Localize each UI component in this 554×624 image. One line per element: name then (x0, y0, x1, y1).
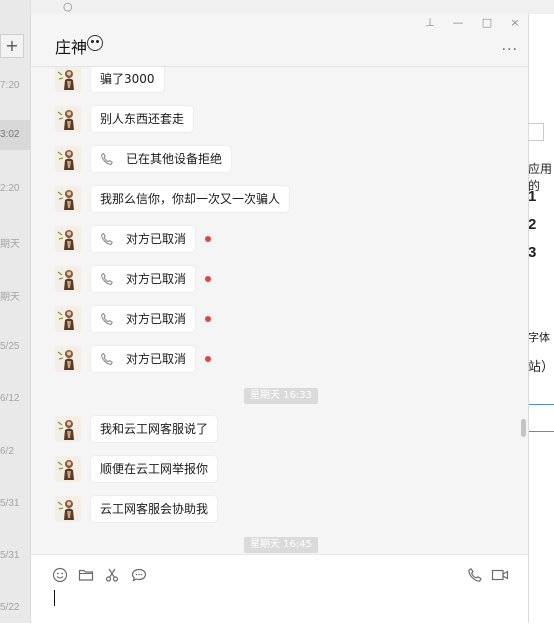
contact-avatar[interactable] (55, 346, 81, 372)
more-options-button[interactable]: ··· (502, 42, 518, 58)
message-bubble[interactable]: 别人东西还套走 (91, 106, 194, 132)
phone-icon (101, 272, 113, 285)
message-text: 对方已取消 (126, 312, 187, 326)
message-bubble[interactable]: 顺便在云工网举报你 (91, 456, 218, 482)
message-bubble[interactable]: 我那么信你，你却一次又一次骗人 (91, 186, 290, 212)
background-list-time[interactable]: 5/22 (0, 602, 30, 613)
background-list-time[interactable]: 5/31 (0, 498, 30, 509)
video-call-icon[interactable] (491, 567, 509, 583)
background-list-time[interactable]: 3:02 (0, 120, 30, 150)
contact-avatar[interactable] (55, 106, 81, 132)
phone-call-icon[interactable] (467, 567, 483, 583)
scissors-icon[interactable] (104, 567, 120, 583)
message-bubble[interactable]: 云工网客服会协助我 (91, 496, 218, 522)
background-list-time[interactable]: 2:20 (0, 183, 30, 194)
background-document: 应用的 1 2 3 字体 站） (526, 14, 554, 623)
close-icon[interactable]: × (508, 16, 522, 29)
background-search-icon: ○ (63, 0, 73, 13)
chat-title: 庄神 (55, 38, 88, 57)
message-text: 对方已取消 (126, 352, 187, 366)
message-bubble[interactable]: 对方已取消 (91, 346, 196, 372)
message-input-area[interactable] (31, 554, 528, 624)
background-divider (528, 431, 554, 432)
background-list-time[interactable]: 5/31 (0, 550, 30, 561)
phone-icon (101, 232, 113, 245)
background-number-3: 3 (528, 244, 537, 261)
contact-avatar[interactable] (55, 226, 81, 252)
timestamp-badge: 星期天 16:33 (244, 388, 318, 404)
background-chat-list: + 7:20 3:02 2:20 期天 期天 5/25 6/12 6/2 5/31 5/31 5/2… (0, 0, 31, 623)
message-text: 对方已取消 (126, 272, 187, 286)
contact-avatar[interactable] (55, 496, 81, 522)
contact-avatar[interactable] (55, 416, 81, 442)
contact-avatar[interactable] (55, 186, 81, 212)
background-list-time[interactable]: 期天 (0, 235, 30, 250)
message-text: 别人东西还套走 (100, 112, 185, 126)
chat-window: 庄神 ⊥ — □ × ··· 骗了3000 别人东西还套走已在其他设备拒绝我那么信… (30, 14, 529, 624)
background-list-time[interactable]: 5/25 (0, 341, 30, 352)
message-text: 我和云工网客服说了 (100, 422, 209, 436)
message-text: 骗了3000 (100, 72, 155, 86)
message-bubble[interactable]: 骗了3000 (91, 67, 164, 92)
message-text: 顺便在云工网举报你 (100, 462, 209, 476)
message-bubble[interactable]: 已在其他设备拒绝 (91, 146, 232, 172)
background-list-time[interactable]: 6/12 (0, 393, 30, 404)
background-number-1: 1 (528, 188, 537, 205)
contact-avatar[interactable] (55, 67, 81, 92)
message-text: 已在其他设备拒绝 (126, 152, 223, 166)
background-window-top: ☆A ○ (8, 0, 554, 15)
phone-icon (101, 152, 113, 165)
pin-icon[interactable]: ⊥ (423, 16, 437, 29)
background-number-2: 2 (528, 216, 537, 233)
message-bubble[interactable]: 对方已取消 (91, 306, 196, 332)
scrollbar-thumb[interactable] (521, 419, 526, 437)
emoji-icon[interactable] (52, 567, 68, 583)
background-list-time[interactable]: 期天 (0, 288, 30, 303)
maximize-icon[interactable]: □ (480, 16, 494, 29)
folder-icon[interactable] (78, 567, 94, 583)
contact-avatar[interactable] (55, 456, 81, 482)
phone-icon (101, 312, 113, 325)
background-list-time[interactable]: 7:20 (0, 80, 30, 91)
background-site-text: 站） (528, 359, 554, 374)
contact-avatar[interactable] (55, 266, 81, 292)
timestamp-badge: 星期天 16:45 (244, 537, 318, 553)
chat-bubble-icon[interactable] (131, 567, 147, 583)
minimize-icon[interactable]: — (451, 16, 465, 29)
add-button[interactable]: + (0, 34, 24, 58)
unread-dot (205, 316, 211, 322)
background-list-time[interactable]: 6/2 (0, 446, 30, 457)
phone-icon (101, 352, 113, 365)
text-cursor (54, 590, 55, 606)
message-text: 云工网客服会协助我 (100, 502, 209, 516)
contact-avatar[interactable] (55, 306, 81, 332)
message-text: 对方已取消 (126, 232, 187, 246)
background-font-text: 字体 (528, 332, 550, 344)
chat-header: 庄神 ⊥ — □ × ··· (31, 14, 528, 67)
unread-dot (205, 236, 211, 242)
unread-dot (205, 356, 211, 362)
message-bubble[interactable]: 对方已取消 (91, 266, 196, 292)
message-text: 我那么信你，你却一次又一次骗人 (100, 192, 281, 206)
message-bubble[interactable]: 我和云工网客服说了 (91, 416, 218, 442)
message-bubble[interactable]: 对方已取消 (91, 226, 196, 252)
unread-dot (205, 276, 211, 282)
face-emoji-icon (87, 35, 103, 51)
background-divider (528, 404, 554, 405)
message-list[interactable]: 骗了3000 别人东西还套走已在其他设备拒绝我那么信你，你却一次又一次骗人对方已取… (31, 67, 528, 554)
contact-avatar[interactable] (55, 146, 81, 172)
